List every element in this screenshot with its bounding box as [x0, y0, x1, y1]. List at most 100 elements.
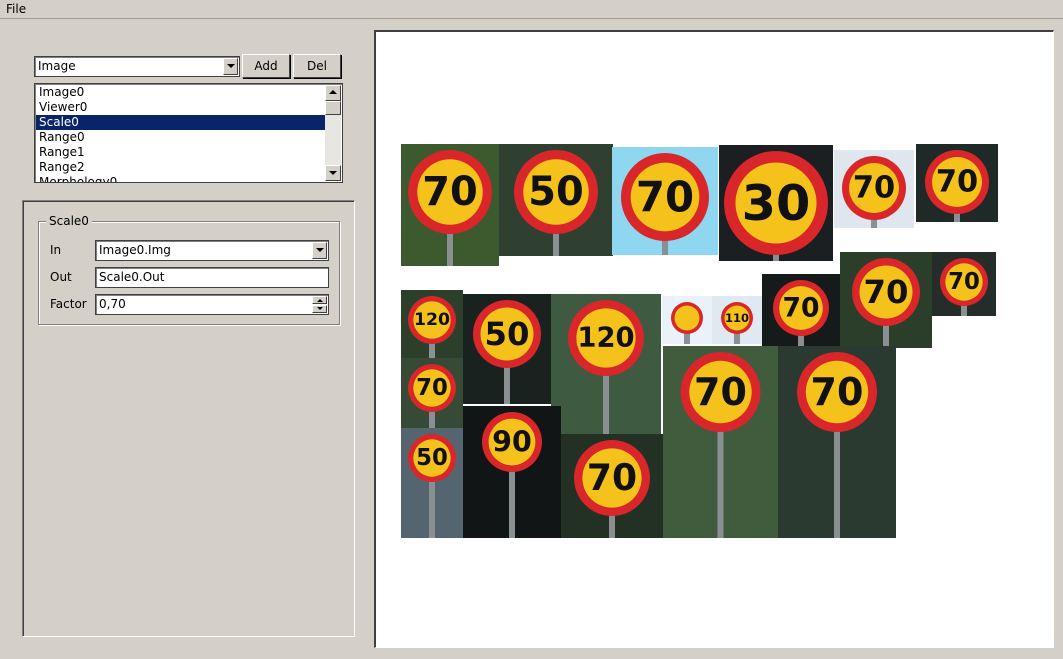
speed-sign-icon: 70: [852, 258, 920, 348]
sign-value: 110: [725, 311, 749, 325]
sign-value: 90: [492, 426, 532, 459]
sign-image: 70: [401, 144, 499, 266]
sign-value: 120: [577, 323, 634, 354]
scroll-down-button[interactable]: [325, 165, 341, 181]
out-field[interactable]: Scale0.Out: [95, 267, 329, 288]
sign-value: 70: [853, 171, 895, 206]
sign-value: 70: [811, 370, 864, 414]
factor-decrement-button[interactable]: [312, 305, 327, 313]
speed-sign-icon: 30: [724, 151, 828, 261]
speed-sign-icon: 70: [621, 153, 709, 255]
sign-value: 30: [742, 174, 811, 232]
list-item[interactable]: Viewer0: [36, 100, 325, 115]
sign-image: 50: [401, 428, 463, 538]
sign-value: 50: [416, 445, 448, 471]
sign-image: 70: [834, 150, 914, 228]
properties-group-title: Scale0: [46, 214, 92, 228]
list-item[interactable]: Scale0: [36, 115, 325, 130]
dropdown-arrow-button[interactable]: [223, 58, 238, 75]
chevron-down-icon: [227, 64, 235, 68]
chevron-down-icon: [316, 248, 324, 252]
module-list[interactable]: Image0 Viewer0 Scale0 Range0 Range1 Range2 Mor…: [34, 83, 343, 183]
speed-sign-icon: [671, 302, 703, 344]
sign-value: 70: [416, 375, 448, 401]
module-list-scrollbar[interactable]: [325, 85, 341, 181]
speed-sign-icon: 90: [482, 412, 542, 538]
sign-value: 50: [485, 315, 530, 353]
sign-image: 120: [551, 294, 661, 436]
sign-image: 90: [463, 406, 561, 538]
speed-sign-icon: 70: [842, 156, 906, 228]
speed-sign-icon: 70: [680, 352, 761, 538]
in-label: In: [50, 243, 62, 257]
speed-sign-icon: 110: [721, 302, 753, 344]
sign-image: 70: [561, 434, 663, 538]
speed-sign-icon: 50: [408, 434, 456, 538]
del-button[interactable]: Del: [293, 54, 341, 78]
sign-face: [674, 305, 700, 331]
sign-value: 70: [936, 165, 978, 200]
in-dropdown-button[interactable]: [312, 242, 327, 259]
speed-sign-icon: 50: [473, 300, 541, 404]
image-viewer[interactable]: 70 50 70 30 70 70 120 50 120 110 70 70 70 70 70 70 50 90 7…: [374, 30, 1054, 648]
sign-value: 70: [694, 370, 747, 414]
sign-image: 50: [499, 144, 613, 256]
speed-sign-icon: 120: [568, 300, 644, 436]
sign-image: 70: [916, 144, 998, 222]
speed-sign-icon: 70: [574, 440, 650, 538]
sign-image: 70: [663, 346, 778, 538]
sign-value: 70: [782, 293, 819, 324]
image-canvas: 70 50 70 30 70 70 120 50 120 110 70 70 70 70 70 70 50 90 7…: [376, 32, 1053, 647]
sign-value: 70: [636, 173, 694, 222]
module-type-select[interactable]: Image: [34, 56, 240, 77]
sign-value: 70: [587, 457, 637, 499]
list-item[interactable]: Morphology0: [36, 175, 325, 182]
sign-image: 30: [719, 145, 833, 261]
factor-increment-button[interactable]: [312, 296, 327, 304]
module-list-items: Image0 Viewer0 Scale0 Range0 Range1 Range2 Mor…: [36, 85, 325, 182]
menu-file[interactable]: File: [6, 2, 26, 16]
out-field-value: Scale0.Out: [99, 270, 165, 284]
arrow-down-icon: [329, 171, 337, 175]
list-item[interactable]: Range0: [36, 130, 325, 145]
factor-value: 0,70: [99, 297, 126, 311]
sign-value: 120: [414, 310, 450, 330]
speed-sign-icon: 50: [514, 150, 598, 256]
sign-value: 70: [422, 169, 478, 215]
sign-value: 70: [864, 273, 909, 311]
sign-image: 70: [612, 147, 718, 255]
sign-value: 50: [528, 169, 584, 215]
arrow-up-icon: [317, 299, 323, 302]
sign-image: 70: [778, 346, 896, 538]
add-button[interactable]: Add: [242, 54, 290, 78]
menu-bar: File: [0, 0, 1063, 19]
factor-stepper[interactable]: [312, 296, 327, 313]
sign-image: 70: [932, 252, 996, 316]
in-select[interactable]: Image0.Img: [95, 240, 329, 261]
speed-sign-icon: 70: [773, 280, 829, 346]
arrow-down-icon: [317, 307, 323, 310]
speed-sign-icon: 70: [940, 258, 988, 316]
in-select-value: Image0.Img: [99, 243, 171, 257]
scroll-up-button[interactable]: [325, 85, 341, 101]
sign-image: 110: [712, 296, 762, 344]
speed-sign-icon: 70: [797, 352, 877, 538]
factor-label: Factor: [50, 297, 87, 311]
factor-spinbox[interactable]: 0,70: [95, 294, 329, 315]
speed-sign-icon: 70: [408, 150, 492, 266]
speed-sign-icon: 70: [925, 150, 989, 222]
speed-sign-icon: 120: [408, 296, 456, 358]
sign-image: 120: [401, 290, 463, 358]
list-item[interactable]: Image0: [36, 85, 325, 100]
sign-value: 70: [948, 269, 980, 295]
module-type-value: Image: [38, 59, 76, 73]
list-item[interactable]: Range2: [36, 160, 325, 175]
speed-sign-icon: 70: [408, 364, 456, 430]
arrow-up-icon: [329, 90, 337, 94]
list-item[interactable]: Range1: [36, 145, 325, 160]
sign-image: 70: [401, 358, 463, 430]
scroll-thumb[interactable]: [325, 101, 341, 115]
sign-image: [662, 296, 712, 344]
out-label: Out: [50, 270, 72, 284]
sign-image: 70: [840, 252, 932, 348]
